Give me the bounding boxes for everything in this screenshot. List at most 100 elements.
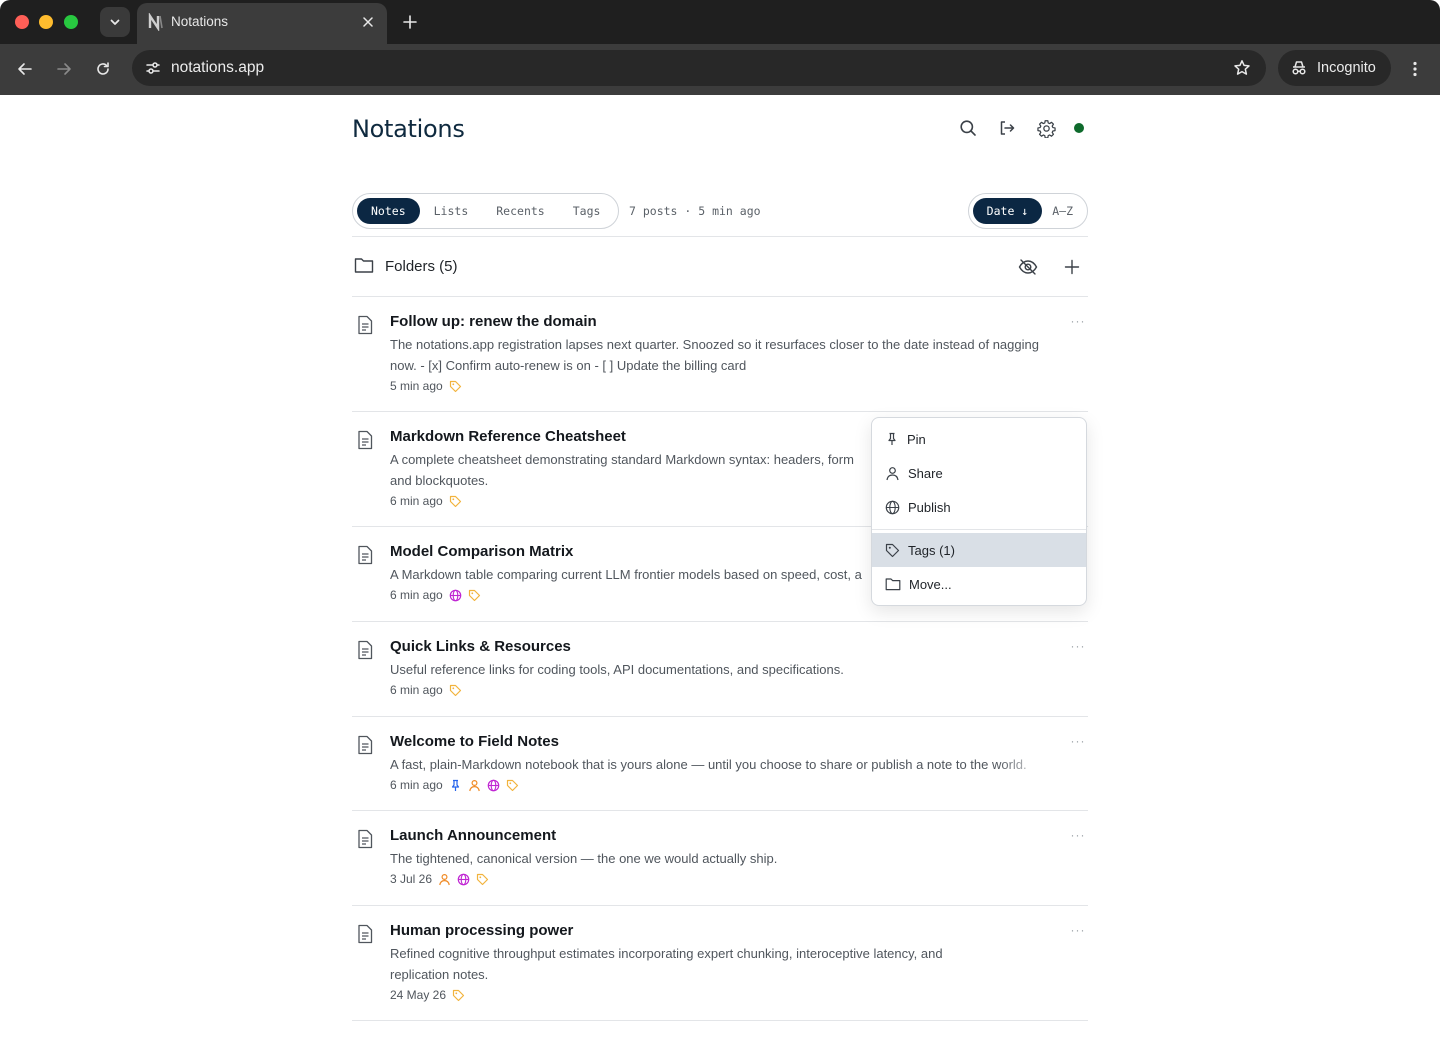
note-excerpt: A fast, plain-Markdown notebook that is … — [390, 757, 1027, 772]
note-context-menu: Pin Share Publish Tags (1) Move... — [871, 417, 1087, 606]
gear-icon — [1036, 119, 1056, 138]
kebab-menu-icon — [1413, 61, 1417, 77]
note-meta: 6 min ago — [390, 683, 462, 697]
tune-icon — [146, 62, 160, 74]
url-text[interactable]: notations.app — [171, 59, 264, 77]
tag-icon — [885, 543, 900, 557]
address-bar[interactable]: notations.app — [132, 50, 1266, 86]
plus-icon — [1064, 259, 1080, 275]
tag-icon — [449, 684, 461, 696]
note-excerpt: A Markdown table comparing current LLM f… — [390, 567, 862, 582]
note-title: Human processing power — [390, 922, 574, 939]
sort-toggle: Date ↓ A–Z — [967, 193, 1088, 229]
note-title: Quick Links & Resources — [390, 638, 571, 655]
tab-close-button[interactable] — [359, 13, 377, 31]
note-item[interactable]: Launch Announcement The tightened, canon… — [352, 811, 1088, 906]
globe-icon — [885, 500, 900, 514]
tab-tags[interactable]: Tags — [559, 198, 615, 224]
document-icon — [358, 829, 373, 849]
note-excerpt: Refined cognitive throughput estimates i… — [390, 946, 943, 982]
note-meta: 6 min ago — [390, 588, 481, 602]
note-title: Model Comparison Matrix — [390, 543, 574, 560]
tag-icon — [468, 589, 480, 601]
menu-item-label: Tags (1) — [908, 542, 955, 558]
note-more-button[interactable]: ··· — [1068, 825, 1088, 845]
note-title: Markdown Reference Cheatsheet — [390, 428, 626, 445]
reload-button[interactable] — [90, 56, 116, 82]
note-time: 6 min ago — [390, 494, 443, 508]
tab-notes[interactable]: Notes — [357, 198, 420, 224]
eye-off-icon — [1018, 259, 1038, 275]
menu-item-label: Move... — [909, 576, 952, 592]
note-meta: 24 May 26 — [390, 988, 465, 1002]
note-item[interactable]: Welcome to Field Notes A fast, plain-Mar… — [352, 717, 1088, 811]
note-excerpt: The tightened, canonical version — the o… — [390, 851, 778, 866]
star-icon — [1234, 60, 1250, 75]
folder-icon — [885, 578, 901, 591]
folders-row[interactable]: Folders (5) — [352, 237, 1088, 297]
new-tab-button[interactable] — [398, 10, 422, 34]
incognito-label: Incognito — [1317, 60, 1376, 76]
menu-item-tags[interactable]: Tags (1) — [872, 533, 1086, 567]
note-more-button[interactable]: ··· — [1068, 311, 1088, 331]
close-window-button[interactable] — [15, 15, 29, 29]
reload-icon — [97, 62, 109, 75]
person-icon — [468, 779, 480, 791]
browser-tab[interactable]: Notations — [137, 3, 387, 44]
note-item[interactable]: Follow up: renew the domain The notation… — [352, 297, 1088, 412]
person-icon — [439, 873, 450, 885]
filter-bar: Notes Lists Recents Tags 7 posts · 5 min… — [352, 193, 1088, 237]
browser-toolbar: notations.app Incognito — [0, 44, 1440, 95]
search-icon — [960, 120, 976, 136]
sort-date-button[interactable]: Date ↓ — [972, 198, 1043, 224]
tab-strip: Notations — [0, 0, 1440, 44]
back-button[interactable] — [12, 56, 38, 82]
tab-recents[interactable]: Recents — [482, 198, 558, 224]
add-folder-button[interactable] — [1060, 255, 1084, 279]
tag-icon — [449, 495, 461, 507]
post-count-meta: 7 posts · 5 min ago — [629, 204, 761, 218]
note-meta: 6 min ago — [390, 494, 462, 508]
logout-icon — [1000, 121, 1015, 135]
tab-lists[interactable]: Lists — [420, 198, 483, 224]
note-title: Launch Announcement — [390, 827, 557, 844]
menu-item-label: Publish — [908, 499, 951, 515]
menu-item-move[interactable]: Move... — [872, 567, 1086, 601]
incognito-badge[interactable]: Incognito — [1278, 50, 1391, 86]
menu-item-label: Share — [908, 465, 943, 481]
tab-search-button[interactable] — [100, 7, 130, 37]
document-icon — [358, 735, 373, 755]
logout-button[interactable] — [996, 117, 1018, 139]
minimize-window-button[interactable] — [39, 15, 53, 29]
note-time: 6 min ago — [390, 778, 443, 792]
toggle-hidden-folders-button[interactable] — [1016, 255, 1040, 279]
note-more-button[interactable]: ··· — [1068, 636, 1088, 656]
note-more-button[interactable]: ··· — [1068, 731, 1088, 751]
menu-item-publish[interactable]: Publish — [872, 490, 1086, 524]
bookmark-button[interactable] — [1232, 58, 1252, 78]
document-icon — [358, 545, 373, 565]
browser-menu-button[interactable] — [1405, 56, 1425, 82]
search-button[interactable] — [957, 117, 979, 139]
notations-favicon-icon — [147, 12, 165, 32]
sort-az-button[interactable]: A–Z — [1042, 198, 1083, 224]
folders-label: Folders (5) — [385, 258, 458, 275]
tag-icon — [449, 380, 461, 392]
arrow-right-icon — [57, 63, 71, 75]
pin-icon — [888, 432, 896, 445]
folder-icon — [354, 258, 374, 273]
settings-button[interactable] — [1035, 117, 1057, 139]
maximize-window-button[interactable] — [64, 15, 78, 29]
site-info-button[interactable] — [140, 55, 166, 81]
note-excerpt: A complete cheatsheet demonstrating stan… — [390, 452, 854, 467]
globe-icon — [449, 589, 462, 601]
app-logo[interactable]: Notations — [352, 115, 465, 143]
note-time: 3 Jul 26 — [390, 872, 433, 886]
note-item[interactable]: Human processing power Refined cognitive… — [352, 906, 1088, 1021]
menu-item-share[interactable]: Share — [872, 456, 1086, 490]
note-more-button[interactable]: ··· — [1068, 920, 1088, 940]
forward-button[interactable] — [51, 56, 77, 82]
document-icon — [358, 640, 373, 660]
menu-item-pin[interactable]: Pin — [872, 422, 1086, 456]
note-item[interactable]: Quick Links & Resources Useful reference… — [352, 622, 1088, 717]
